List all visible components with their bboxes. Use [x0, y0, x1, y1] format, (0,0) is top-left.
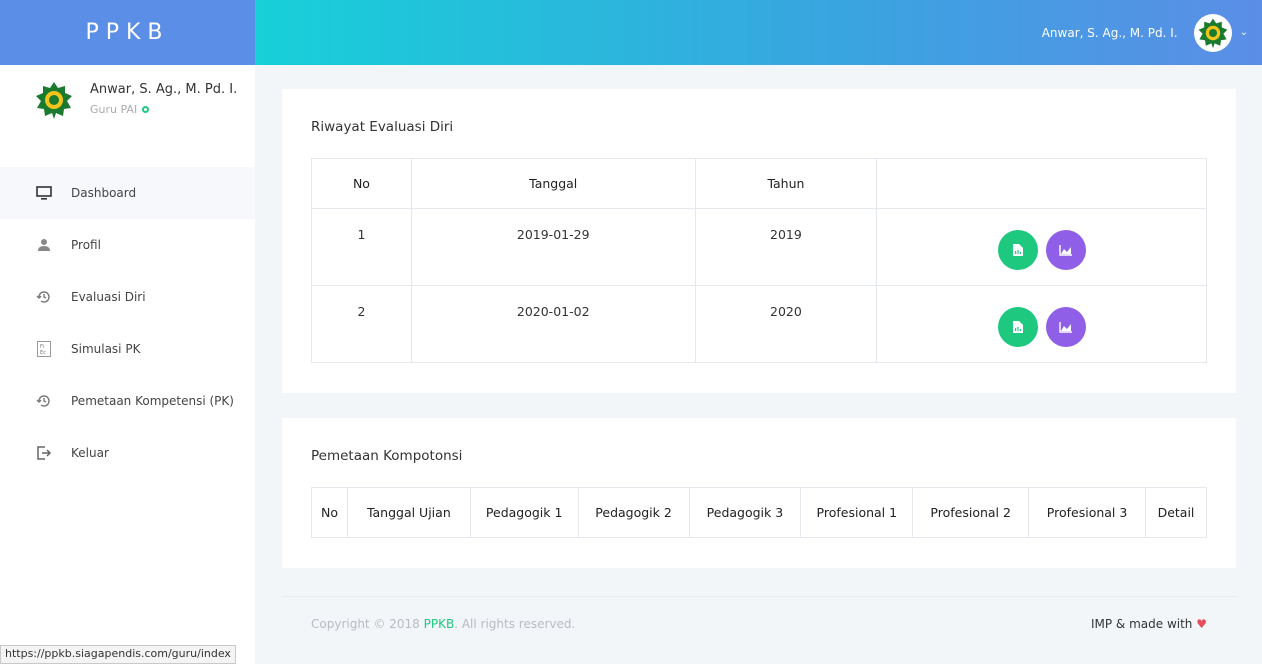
- sidebar-item-label: Keluar: [71, 446, 109, 460]
- user-avatar[interactable]: [1193, 13, 1232, 52]
- sidebar-item-label: Profil: [71, 238, 101, 252]
- sidebar-menu: Dashboard Profil Evaluasi Diri Fi Ec Simu…: [0, 167, 255, 479]
- profile-role-label: Guru PAI: [90, 103, 138, 116]
- view-report-button[interactable]: [997, 230, 1038, 270]
- column-header-detail: Detail: [1145, 487, 1207, 538]
- view-chart-button[interactable]: [1045, 307, 1086, 347]
- area-chart-icon: [1058, 322, 1072, 333]
- sidebar-item-evaluasi-diri[interactable]: Evaluasi Diri: [0, 271, 255, 323]
- cell-no: 1: [311, 208, 412, 286]
- monitor-icon: [36, 185, 52, 201]
- column-header-tahun: Tahun: [694, 158, 878, 209]
- pemetaan-title: Pemetaan Kompotonsi: [311, 448, 463, 464]
- column-header-pedagogik-2: Pedagogik 2: [577, 487, 690, 538]
- pemetaan-table: No Tanggal Ujian Pedagogik 1 Pedagogik 2…: [311, 487, 1207, 538]
- svg-text:Ec: Ec: [40, 350, 46, 356]
- file-icon: [1012, 321, 1023, 333]
- browser-status-url: https://ppkb.siagapendis.com/guru/index: [0, 645, 236, 664]
- footer-brand-link[interactable]: PPKB: [424, 617, 455, 631]
- area-chart-icon: [1058, 245, 1072, 256]
- footer-credit: IMP & made with ♥: [1091, 617, 1207, 631]
- sidebar: Anwar, S. Ag., M. Pd. I. Guru PAI Dashbo…: [0, 65, 255, 664]
- cell-tahun: 2019: [694, 208, 878, 286]
- online-status-icon: [142, 106, 150, 113]
- sidebar-item-simulasi-pk[interactable]: Fi Ec Simulasi PK: [0, 323, 255, 375]
- sidebar-item-label: Dashboard: [71, 186, 137, 200]
- history-icon: [36, 393, 52, 409]
- sidebar-item-keluar[interactable]: Keluar: [0, 427, 255, 479]
- cell-tanggal: 2019-01-29: [410, 208, 696, 286]
- table-row: 1 2019-01-29 2019: [311, 208, 1207, 286]
- footer-divider: [282, 596, 1236, 597]
- riwayat-table: No Tanggal Tahun 1 2019-01-29 2019 2 202…: [311, 158, 1207, 363]
- sidebar-item-pemetaan-kompetensi[interactable]: Pemetaan Kompetensi (PK): [0, 375, 255, 427]
- pemetaan-kompetensi-card: Pemetaan Kompotonsi No Tanggal Ujian Ped…: [282, 418, 1236, 568]
- cell-actions: [876, 208, 1207, 286]
- user-icon: [36, 237, 52, 253]
- footer-copyright: Copyright © 2018 PPKB. All rights reserv…: [311, 617, 575, 631]
- sidebar-profile: Anwar, S. Ag., M. Pd. I. Guru PAI: [34, 80, 237, 120]
- column-header-pedagogik-1: Pedagogik 1: [469, 487, 579, 538]
- column-header-actions: [876, 158, 1207, 209]
- sidebar-item-label: Simulasi PK: [71, 342, 141, 356]
- sidebar-item-label: Pemetaan Kompetensi (PK): [71, 394, 234, 408]
- heart-icon: ♥: [1196, 617, 1207, 631]
- table-header-row: No Tanggal Tahun: [311, 158, 1207, 209]
- made-with-text: IMP & made with: [1090, 617, 1197, 631]
- table-header-row: No Tanggal Ujian Pedagogik 1 Pedagogik 2…: [311, 487, 1207, 538]
- top-navbar: Anwar, S. Ag., M. Pd. I. ⌄: [255, 0, 1262, 65]
- periodic-table-icon: Fi Ec: [36, 341, 52, 357]
- riwayat-evaluasi-card: Riwayat Evaluasi Diri No Tanggal Tahun 1…: [282, 89, 1236, 393]
- column-header-tanggal: Tanggal: [410, 158, 696, 209]
- brand-logo[interactable]: PPKB: [0, 0, 255, 65]
- copyright-prefix: Copyright © 2018: [311, 617, 424, 631]
- riwayat-title: Riwayat Evaluasi Diri: [311, 119, 454, 135]
- column-header-no: No: [311, 487, 348, 538]
- cell-tanggal: 2020-01-02: [410, 285, 696, 363]
- column-header-pedagogik-3: Pedagogik 3: [688, 487, 802, 538]
- history-icon: [36, 289, 52, 305]
- sidebar-item-profil[interactable]: Profil: [0, 219, 255, 271]
- profile-role: Guru PAI: [90, 103, 237, 116]
- avatar: [34, 80, 74, 120]
- kemenag-emblem-icon: [1198, 18, 1228, 48]
- cell-actions: [876, 285, 1207, 363]
- column-header-profesional-3: Profesional 3: [1028, 487, 1146, 538]
- kemenag-emblem-icon: [36, 82, 72, 119]
- cell-no: 2: [311, 285, 412, 363]
- brand-title: PPKB: [85, 20, 170, 45]
- cell-tahun: 2020: [694, 285, 878, 363]
- profile-name: Anwar, S. Ag., M. Pd. I.: [90, 82, 238, 97]
- view-chart-button[interactable]: [1045, 230, 1086, 270]
- topbar-user-name[interactable]: Anwar, S. Ag., M. Pd. I.: [1042, 26, 1178, 40]
- sidebar-item-label: Evaluasi Diri: [71, 290, 146, 304]
- chevron-down-icon[interactable]: ⌄: [1240, 27, 1248, 38]
- table-row: 2 2020-01-02 2020: [311, 285, 1207, 363]
- sidebar-item-dashboard[interactable]: Dashboard: [0, 167, 255, 219]
- column-header-no: No: [311, 158, 412, 209]
- file-icon: [1012, 244, 1023, 256]
- copyright-suffix: . All rights reserved.: [454, 617, 576, 631]
- column-header-profesional-1: Profesional 1: [800, 487, 914, 538]
- column-header-tanggal-ujian: Tanggal Ujian: [346, 487, 471, 538]
- view-report-button[interactable]: [997, 307, 1038, 347]
- column-header-profesional-2: Profesional 2: [912, 487, 1030, 538]
- logout-icon: [36, 445, 52, 461]
